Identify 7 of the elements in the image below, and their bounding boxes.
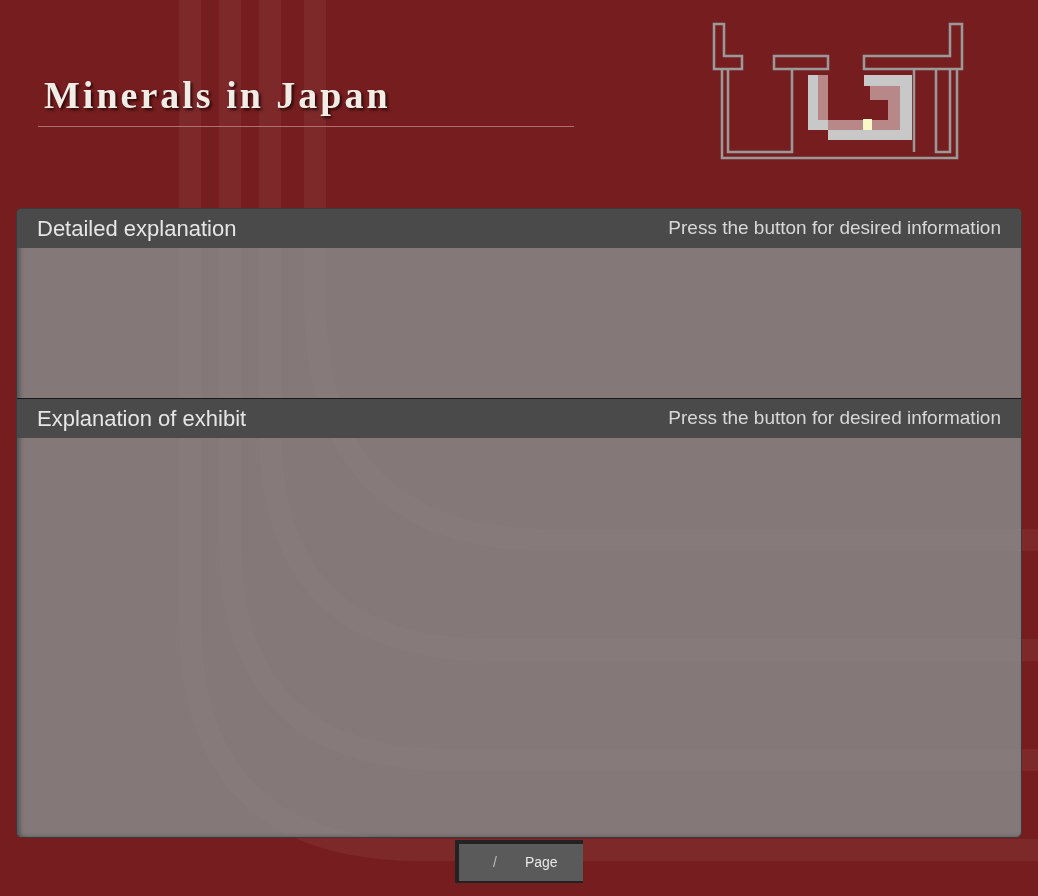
page-separator: /	[493, 853, 497, 872]
section-title: Detailed explanation	[37, 215, 237, 243]
section-hint: Press the button for desired information	[668, 406, 1001, 431]
page-label: Page	[524, 853, 558, 872]
section-title: Explanation of exhibit	[37, 405, 247, 433]
section-hint: Press the button for desired information	[668, 216, 1001, 241]
page-title: Minerals in Japan	[43, 73, 392, 118]
